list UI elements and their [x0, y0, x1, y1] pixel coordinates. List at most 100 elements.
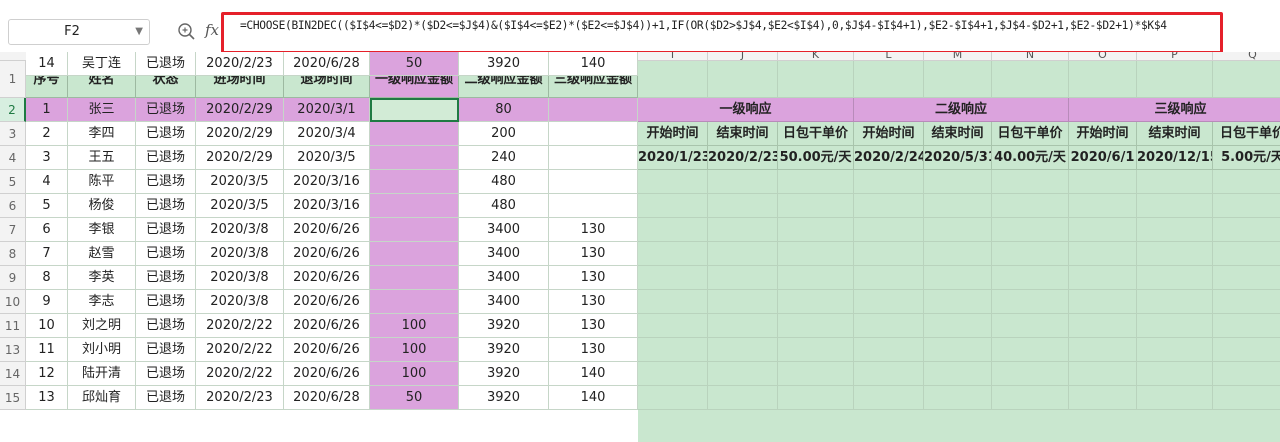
grid-cell[interactable] — [778, 170, 854, 194]
table-cell[interactable]: 王五 — [68, 146, 136, 170]
row-header-15[interactable]: 15 — [0, 386, 26, 410]
grid-cell[interactable] — [992, 218, 1069, 242]
grid-cell[interactable] — [1137, 218, 1213, 242]
response-value-cell[interactable]: 2020/5/31 — [924, 146, 992, 170]
table-cell[interactable]: 50 — [370, 52, 459, 76]
column-header-j[interactable]: J — [708, 52, 778, 61]
grid-cell[interactable] — [638, 314, 708, 338]
insert-function-icon[interactable]: fx — [205, 21, 219, 39]
grid-cell[interactable] — [708, 314, 778, 338]
table-cell[interactable]: 邱灿育 — [68, 386, 136, 410]
table-cell[interactable] — [370, 170, 459, 194]
grid-cell[interactable] — [1137, 314, 1213, 338]
zoom-formula-icon[interactable] — [174, 18, 198, 44]
grid-cell[interactable] — [708, 242, 778, 266]
table-cell[interactable]: 已退场 — [136, 122, 196, 146]
row-header-10[interactable]: 10 — [0, 290, 26, 314]
grid-cell[interactable] — [638, 218, 708, 242]
table-cell[interactable]: 13 — [26, 386, 68, 410]
grid-cell[interactable] — [924, 170, 992, 194]
table-cell[interactable]: 2020/3/1 — [284, 98, 370, 122]
response-value-cell[interactable]: 2020/1/23 — [638, 146, 708, 170]
grid-cell[interactable] — [992, 362, 1069, 386]
response-level-header[interactable]: 三级响应 — [1069, 98, 1280, 122]
formula-input[interactable]: =CHOOSE(BIN2DEC(($I$4<=$D2)*($D2<=$J$4)&… — [221, 12, 1223, 54]
table-cell[interactable]: 已退场 — [136, 266, 196, 290]
table-cell[interactable] — [370, 122, 459, 146]
grid-cell[interactable] — [992, 338, 1069, 362]
table-cell[interactable]: 2020/2/29 — [196, 146, 284, 170]
column-header-i[interactable]: I — [638, 52, 708, 61]
row-header-14[interactable]: 14 — [0, 362, 26, 386]
table-cell[interactable]: 3920 — [459, 386, 549, 410]
grid-cell[interactable] — [924, 242, 992, 266]
grid-cell[interactable] — [638, 362, 708, 386]
response-subheader-cell[interactable]: 日包干单价 — [1213, 122, 1280, 146]
table-cell[interactable]: 2020/3/8 — [196, 290, 284, 314]
grid-cell[interactable] — [1069, 242, 1137, 266]
table-cell[interactable]: 2020/6/26 — [284, 314, 370, 338]
row-header-3[interactable]: 3 — [0, 122, 26, 146]
table-cell[interactable]: 李志 — [68, 290, 136, 314]
grid-cell[interactable] — [1213, 194, 1280, 218]
grid-cell[interactable] — [1069, 338, 1137, 362]
table-cell[interactable]: 130 — [549, 266, 638, 290]
grid-cell[interactable] — [1137, 386, 1213, 410]
table-cell[interactable] — [370, 218, 459, 242]
table-cell[interactable]: 李四 — [68, 122, 136, 146]
grid-cell[interactable] — [854, 170, 924, 194]
grid-cell[interactable] — [638, 386, 708, 410]
table-cell[interactable] — [549, 122, 638, 146]
row-header-6[interactable]: 6 — [0, 194, 26, 218]
column-header-q[interactable]: Q — [1213, 52, 1280, 61]
grid-cell[interactable] — [992, 61, 1069, 98]
grid-cell[interactable] — [638, 290, 708, 314]
table-cell[interactable]: 100 — [370, 314, 459, 338]
grid-cell[interactable] — [1137, 266, 1213, 290]
grid-cell[interactable] — [778, 194, 854, 218]
table-cell[interactable]: 2020/6/26 — [284, 218, 370, 242]
grid-cell[interactable] — [778, 290, 854, 314]
grid-cell[interactable] — [992, 170, 1069, 194]
grid-cell[interactable] — [854, 242, 924, 266]
grid-cell[interactable] — [854, 61, 924, 98]
table-cell[interactable]: 吴丁连 — [68, 52, 136, 76]
table-cell[interactable]: 240 — [459, 146, 549, 170]
table-cell[interactable]: 已退场 — [136, 98, 196, 122]
grid-cell[interactable] — [708, 218, 778, 242]
grid-cell[interactable] — [1213, 170, 1280, 194]
grid-cell[interactable] — [1069, 362, 1137, 386]
table-cell[interactable]: 2020/3/16 — [284, 170, 370, 194]
chevron-down-icon[interactable]: ▼ — [135, 20, 143, 44]
grid-cell[interactable] — [1137, 170, 1213, 194]
grid-cell[interactable] — [924, 386, 992, 410]
grid-cell[interactable] — [778, 61, 854, 98]
grid-cell[interactable] — [1069, 218, 1137, 242]
table-cell[interactable]: 4 — [26, 170, 68, 194]
grid-cell[interactable] — [778, 338, 854, 362]
table-cell[interactable]: 3400 — [459, 218, 549, 242]
table-cell[interactable]: 已退场 — [136, 386, 196, 410]
grid-cell[interactable] — [992, 194, 1069, 218]
grid-cell[interactable] — [1137, 290, 1213, 314]
table-cell[interactable]: 2020/3/5 — [196, 170, 284, 194]
grid-cell[interactable] — [638, 61, 708, 98]
table-cell[interactable]: 陆开清 — [68, 362, 136, 386]
table-cell[interactable]: 3400 — [459, 242, 549, 266]
grid-cell[interactable] — [638, 194, 708, 218]
table-cell[interactable]: 140 — [549, 52, 638, 76]
grid-cell[interactable] — [924, 314, 992, 338]
grid-cell[interactable] — [924, 362, 992, 386]
grid-cell[interactable] — [1069, 61, 1137, 98]
table-cell[interactable]: 已退场 — [136, 338, 196, 362]
response-subheader-cell[interactable]: 开始时间 — [854, 122, 924, 146]
grid-cell[interactable] — [638, 338, 708, 362]
grid-cell[interactable] — [924, 266, 992, 290]
grid-cell[interactable] — [854, 266, 924, 290]
response-subheader-cell[interactable]: 结束时间 — [924, 122, 992, 146]
grid-cell[interactable] — [778, 386, 854, 410]
table-cell[interactable]: 130 — [549, 290, 638, 314]
column-header-m[interactable]: M — [924, 52, 992, 61]
table-cell[interactable]: 2020/2/22 — [196, 314, 284, 338]
grid-cell[interactable] — [854, 290, 924, 314]
